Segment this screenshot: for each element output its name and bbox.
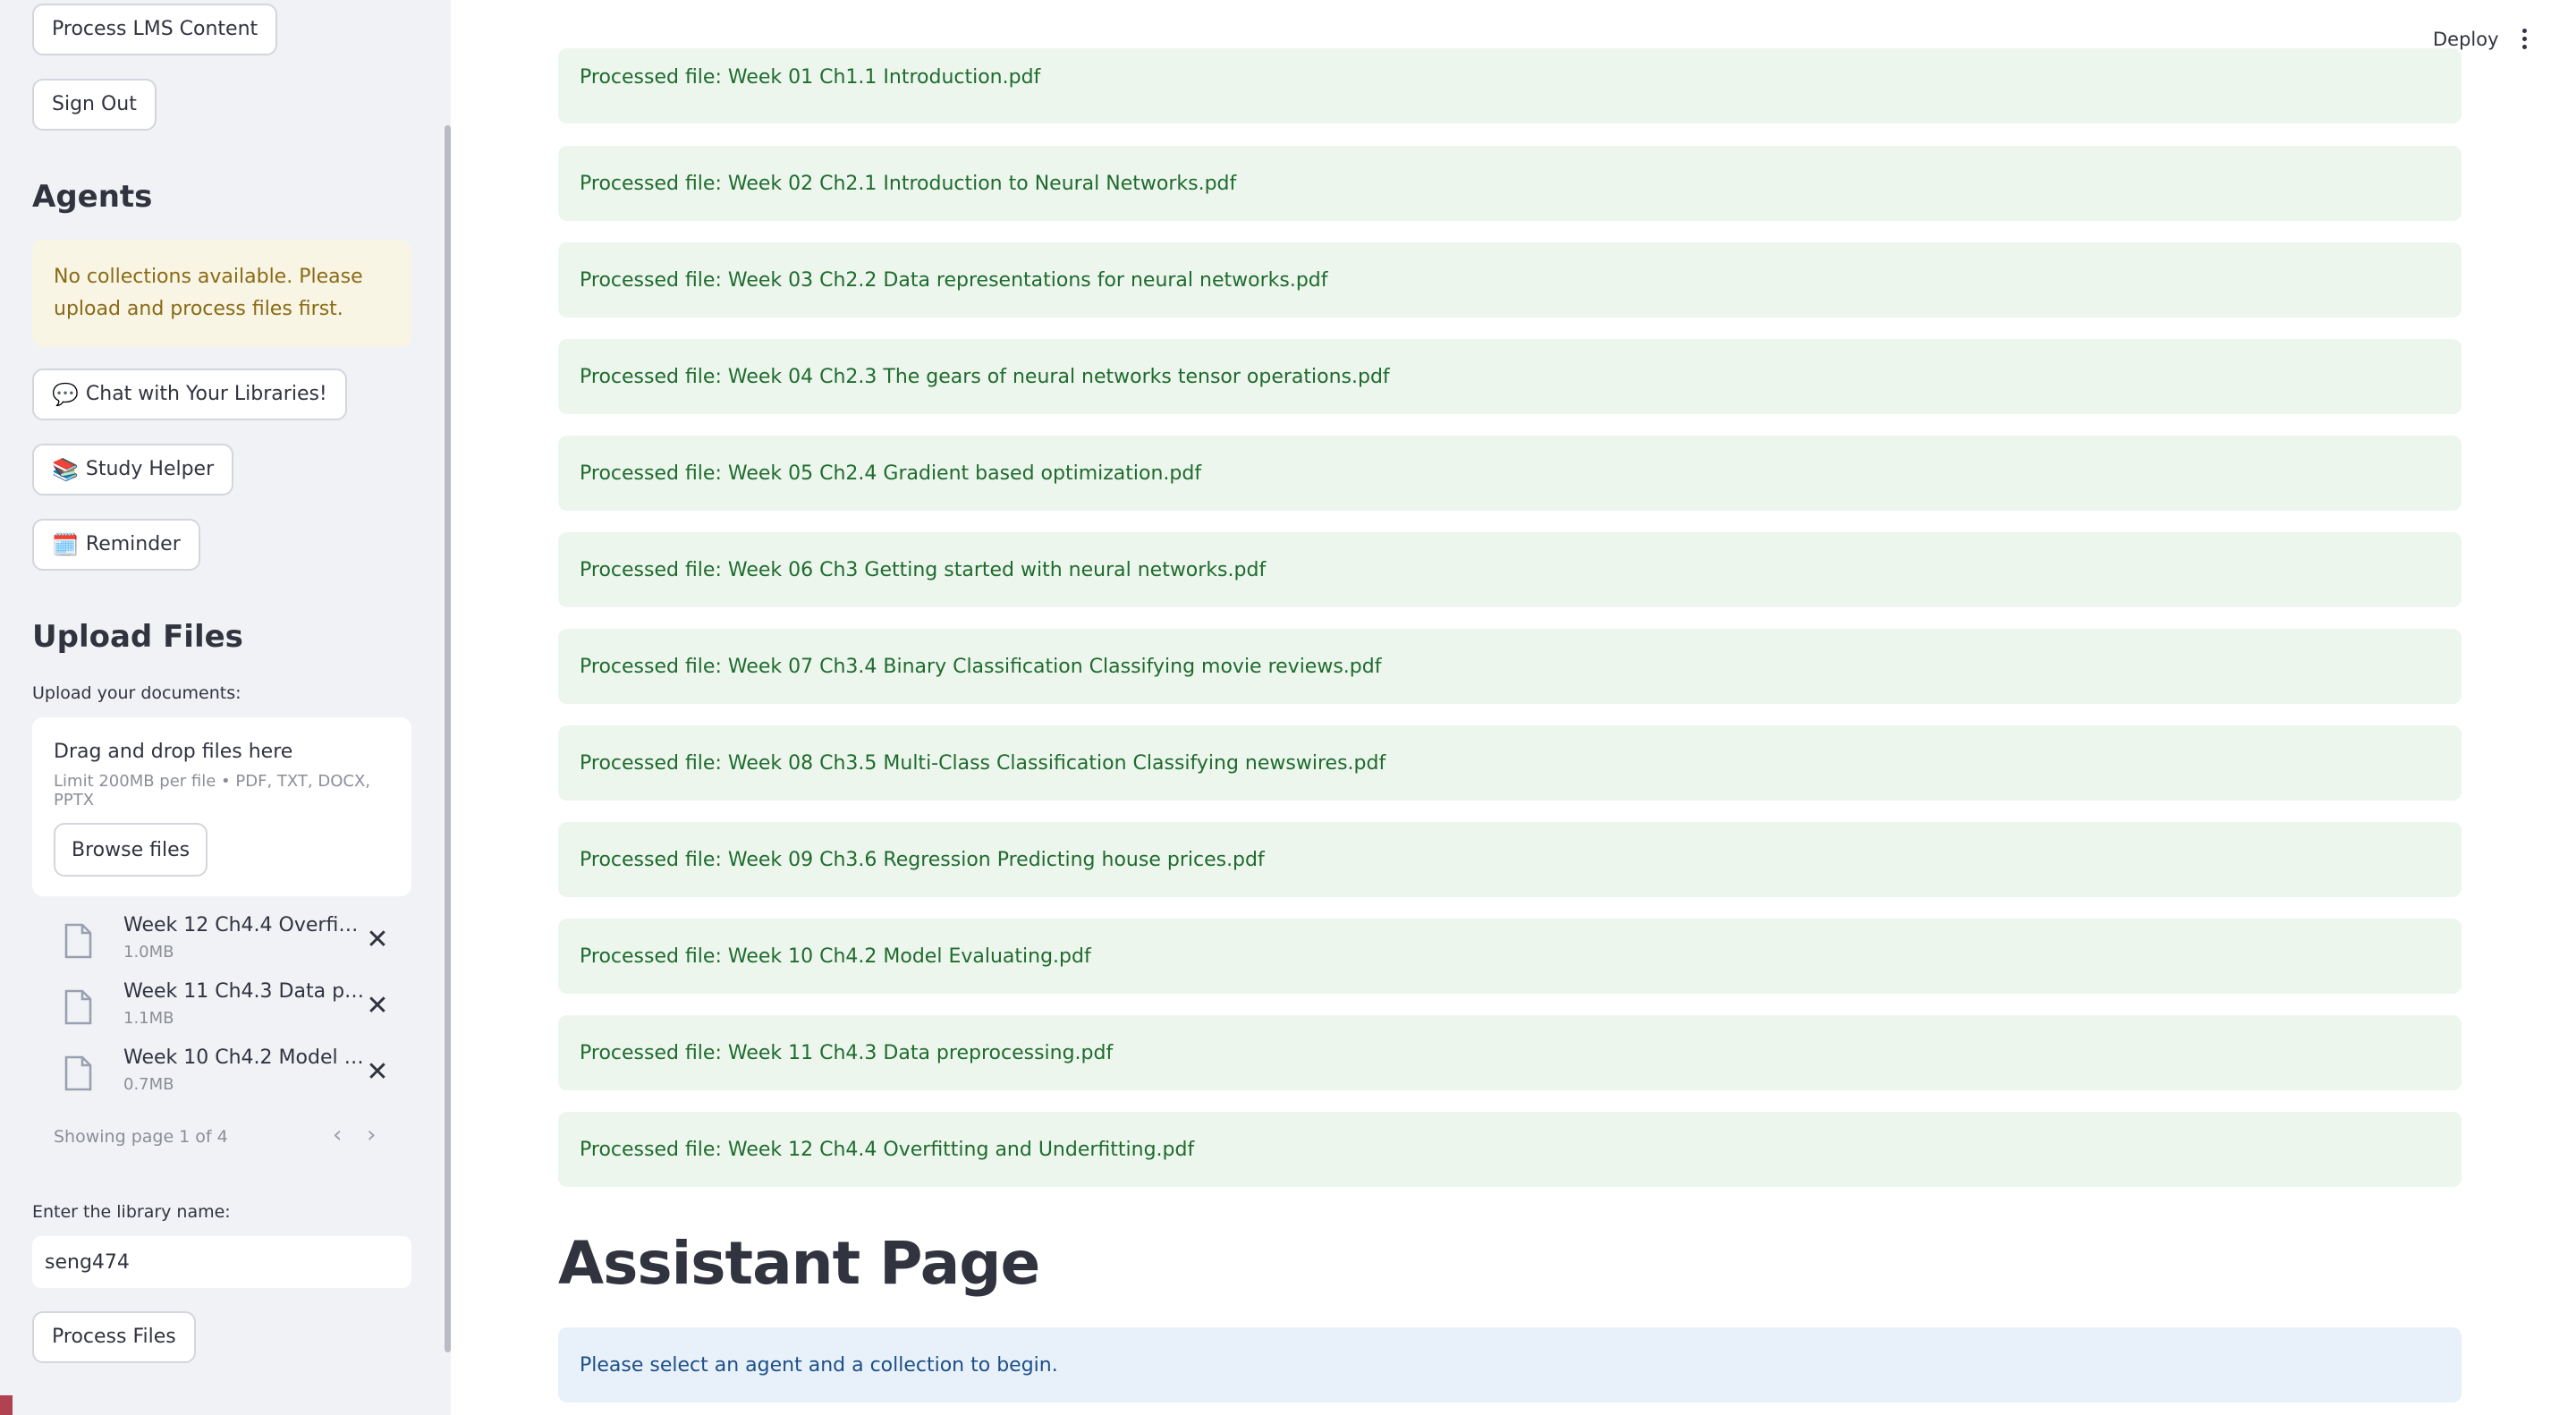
processed-file-text: Processed file: Week 09 Ch3.6 Regression… — [580, 848, 1265, 871]
processed-file-text: Processed file: Week 03 Ch2.2 Data repre… — [580, 268, 1328, 292]
processed-file-message: Processed file: Week 08 Ch3.5 Multi-Clas… — [558, 725, 2462, 801]
processed-file-text: Processed file: Week 02 Ch2.1 Introducti… — [580, 172, 1237, 195]
deploy-button[interactable]: Deploy — [2433, 29, 2499, 50]
processed-file-text: Processed file: Week 06 Ch3 Getting star… — [580, 558, 1267, 581]
window-edge — [0, 1395, 13, 1415]
processed-file-message: Processed file: Week 01 Ch1.1 Introducti… — [558, 48, 2462, 123]
processed-file-text: Processed file: Week 07 Ch3.4 Binary Cla… — [580, 655, 1382, 678]
more-options-icon[interactable] — [2515, 25, 2533, 57]
processed-file-text: Processed file: Week 04 Ch2.3 The gears … — [580, 365, 1390, 388]
processed-file-message: Processed file: Week 07 Ch3.4 Binary Cla… — [558, 629, 2462, 704]
study-helper-label: Study Helper — [85, 458, 215, 480]
chevron-left-icon[interactable]: ‹ — [333, 1122, 342, 1148]
sidebar-scrollbar-thumb[interactable] — [445, 125, 451, 1352]
process-files-label: Process Files — [52, 1326, 176, 1348]
processed-file-message: Processed file: Week 11 Ch4.3 Data prepr… — [558, 1015, 2462, 1090]
sign-out-button[interactable]: Sign Out — [32, 79, 157, 131]
process-lms-content-button[interactable]: Process LMS Content — [32, 4, 278, 55]
browse-files-button[interactable]: Browse files — [54, 823, 208, 877]
uploaded-file-item: Week 12 Ch4.4 Overfitting and Underfitti… — [54, 914, 411, 973]
uploaded-file-item: Week 11 Ch4.3 Data preprocessing.pdf 1.1… — [54, 980, 411, 1039]
agents-heading: Agents — [32, 179, 153, 215]
upload-documents-label: Upload your documents: — [32, 683, 242, 703]
processed-file-message: Processed file: Week 03 Ch2.2 Data repre… — [558, 242, 2462, 318]
file-size: 1.1MB — [123, 1009, 174, 1028]
chat-with-libraries-button[interactable]: 💬 Chat with Your Libraries! — [32, 369, 347, 420]
sign-out-label: Sign Out — [52, 93, 137, 115]
process-lms-content-label: Process LMS Content — [52, 18, 258, 40]
remove-file-close-icon[interactable]: ✕ — [363, 924, 392, 955]
calendar-icon: 🗓️ — [52, 532, 79, 557]
processed-file-message: Processed file: Week 06 Ch3 Getting star… — [558, 532, 2462, 607]
speech-bubble-icon: 💬 — [52, 382, 79, 407]
sidebar: Process LMS Content Sign Out Agents No c… — [0, 0, 451, 1415]
file-icon — [64, 989, 92, 1025]
remove-file-close-icon[interactable]: ✕ — [363, 990, 392, 1021]
chevron-right-icon[interactable]: › — [367, 1122, 376, 1148]
books-icon: 📚 — [52, 457, 79, 482]
file-icon — [64, 923, 92, 959]
processed-file-message: Processed file: Week 02 Ch2.1 Introducti… — [558, 146, 2462, 221]
process-files-button[interactable]: Process Files — [32, 1311, 196, 1363]
info-message: Please select an agent and a collection … — [558, 1327, 2462, 1402]
processed-file-message: Processed file: Week 12 Ch4.4 Overfittin… — [558, 1112, 2462, 1187]
processed-file-text: Processed file: Week 12 Ch4.4 Overfittin… — [580, 1138, 1195, 1161]
chat-with-libraries-label: Chat with Your Libraries! — [85, 383, 327, 405]
reminder-label: Reminder — [85, 533, 181, 555]
page-title: Assistant Page — [558, 1229, 1040, 1298]
processed-file-text: Processed file: Week 01 Ch1.1 Introducti… — [580, 65, 1041, 89]
info-message-text: Please select an agent and a collection … — [580, 1353, 1058, 1377]
no-collections-warning: No collections available. Please upload … — [32, 240, 411, 347]
processed-file-message: Processed file: Week 09 Ch3.6 Regression… — [558, 822, 2462, 897]
file-name: Week 11 Ch4.3 Data preprocessing.pdf — [123, 980, 365, 1003]
library-name-label: Enter the library name: — [32, 1202, 231, 1222]
processed-file-text: Processed file: Week 08 Ch3.5 Multi-Clas… — [580, 751, 1386, 775]
processed-file-message: Processed file: Week 10 Ch4.2 Model Eval… — [558, 919, 2462, 994]
uploaded-file-item: Week 10 Ch4.2 Model Evaluating.pdf 0.7MB… — [54, 1046, 411, 1106]
processed-file-message: Processed file: Week 04 Ch2.3 The gears … — [558, 339, 2462, 414]
upload-files-heading: Upload Files — [32, 619, 243, 655]
study-helper-button[interactable]: 📚 Study Helper — [32, 444, 234, 496]
processed-file-text: Processed file: Week 05 Ch2.4 Gradient b… — [580, 462, 1202, 485]
reminder-button[interactable]: 🗓️ Reminder — [32, 519, 200, 571]
processed-file-text: Processed file: Week 11 Ch4.3 Data prepr… — [580, 1041, 1114, 1064]
file-name: Week 10 Ch4.2 Model Evaluating.pdf — [123, 1046, 365, 1069]
file-name: Week 12 Ch4.4 Overfitting and Underfitti… — [123, 914, 365, 936]
remove-file-close-icon[interactable]: ✕ — [363, 1056, 392, 1088]
file-size: 0.7MB — [123, 1075, 174, 1094]
library-name-input[interactable] — [32, 1236, 411, 1288]
dropzone-limit: Limit 200MB per file • PDF, TXT, DOCX, P… — [54, 772, 371, 809]
file-dropzone[interactable]: Drag and drop files here Limit 200MB per… — [32, 717, 411, 896]
file-size: 1.0MB — [123, 943, 174, 962]
processed-file-message: Processed file: Week 05 Ch2.4 Gradient b… — [558, 436, 2462, 511]
file-icon — [64, 1055, 92, 1091]
pagination-text: Showing page 1 of 4 — [54, 1127, 228, 1147]
dropzone-title: Drag and drop files here — [54, 741, 293, 763]
processed-file-text: Processed file: Week 10 Ch4.2 Model Eval… — [580, 945, 1091, 968]
